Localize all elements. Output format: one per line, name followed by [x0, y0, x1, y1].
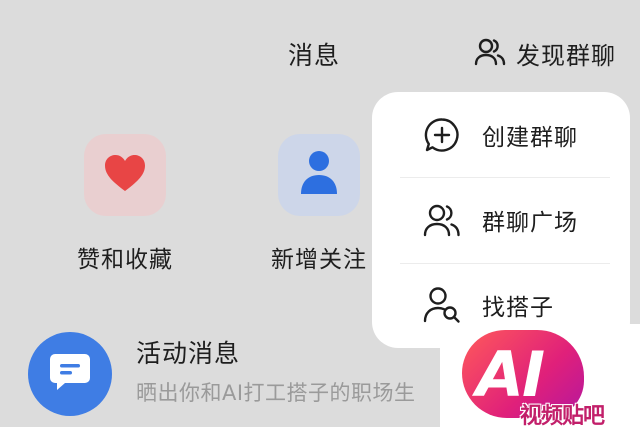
menu-item-group-square[interactable]: 群聊广场	[372, 185, 630, 255]
discover-groups-label: 发现群聊	[516, 42, 616, 70]
page-title: 消息	[288, 41, 341, 70]
likes-favorites-entry[interactable]: 赞和收藏	[60, 134, 190, 274]
heart-icon	[103, 153, 147, 197]
watermark-caption: 视频贴吧	[520, 404, 605, 427]
menu-item-label: 创建群聊	[482, 125, 578, 151]
menu-item-create-group[interactable]: 创建群聊	[372, 100, 630, 170]
messages-screen: 消息 发现群聊 赞和收藏 新增关注 活动消息 晒出你和AI打工搭子的职场生 创建…	[0, 0, 640, 427]
group-icon	[422, 200, 462, 240]
menu-divider	[400, 263, 610, 264]
message-icon	[49, 352, 91, 396]
person-icon	[299, 150, 339, 200]
menu-divider	[400, 177, 610, 178]
add-chat-icon	[422, 115, 462, 155]
new-followers-entry[interactable]: 新增关注	[254, 134, 384, 274]
menu-item-label: 找搭子	[482, 295, 554, 321]
group-icon	[474, 37, 506, 71]
followers-tile	[278, 134, 360, 216]
likes-favorites-label: 赞和收藏	[77, 247, 173, 273]
find-person-icon	[422, 285, 462, 325]
activity-title[interactable]: 活动消息	[136, 334, 240, 370]
activity-subtitle: 晒出你和AI打工搭子的职场生	[136, 381, 416, 405]
new-followers-label: 新增关注	[271, 247, 367, 273]
activity-avatar[interactable]	[28, 332, 112, 416]
discover-popup-menu: 创建群聊 群聊广场 找搭子	[372, 92, 630, 348]
discover-groups-button[interactable]: 发现群聊	[474, 36, 616, 71]
menu-item-label: 群聊广场	[482, 210, 578, 236]
likes-tile	[84, 134, 166, 216]
